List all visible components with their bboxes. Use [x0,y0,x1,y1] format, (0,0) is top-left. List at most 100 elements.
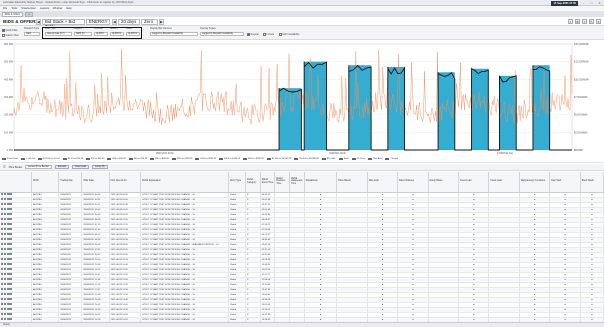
row-action-icon[interactable] [9,242,12,246]
row-action-icon[interactable] [9,232,12,236]
menu-item-layouts[interactable]: Layouts [40,7,49,10]
column-header[interactable]: DUID [31,172,60,193]
market-select[interactable]: ENERGY ▼ [86,19,110,29]
legend-item[interactable]: $40 to $59.99 [107,157,126,161]
legend-item[interactable]: Ok Price [351,157,365,161]
row-action-icon[interactable] [9,217,12,221]
column-header[interactable] [0,172,32,193]
clear-avail-button[interactable]: Clear Avail [72,165,90,169]
menu-item-file[interactable]: File [3,7,7,10]
close-icon[interactable]: ✕ [597,1,602,5]
legend-item[interactable]: $1,000 to $4,999.99 [266,157,291,161]
legend-item[interactable]: $10,000+ [321,157,336,161]
column-header[interactable]: Daily Energy Constraint [519,172,551,193]
row-action-icon[interactable] [9,307,12,311]
column-header[interactable]: Rebid Awareness Time [289,172,305,193]
maximize-icon[interactable]: □ [589,1,594,5]
row-action-icon[interactable] [9,227,12,231]
row-action-icon[interactable] [9,282,12,286]
legend-item[interactable]: < -$1,000 [20,157,35,161]
column-header[interactable]: Offer Date [81,172,110,193]
column-header[interactable]: Fast Start [549,172,581,193]
tab-add[interactable]: + [25,11,33,17]
minimize-icon[interactable]: – [581,1,586,5]
menu-item-tools[interactable]: Tools [11,7,17,10]
regular-checkbox[interactable] [247,33,250,36]
row-action-icon[interactable] [9,287,12,291]
legend-item[interactable]: $-99.99 to $-0.01 [38,157,60,161]
legend-item[interactable]: $20 to $39.99 [86,157,104,161]
row-action-icon[interactable] [9,267,12,271]
legend-item[interactable]: $80 to $99.99 [150,157,169,161]
grid-filter-icon[interactable]: ☰ [3,165,6,169]
row-action-icon[interactable] [9,292,12,296]
menu-item-smartscreen[interactable]: Smartscreen [21,7,36,10]
group-by-button[interactable]: Group By [92,165,108,169]
row-action-icon[interactable] [9,212,12,216]
tab-bids-offers[interactable]: Bids & Offers [2,11,24,17]
legend-item[interactable]: $300 to $499.99 [219,157,240,161]
row-action-icon[interactable] [9,202,12,206]
row-action-icon[interactable] [9,207,12,211]
zoom-select[interactable]: Zero ▼ [141,19,158,29]
column-header[interactable]: Trading Day [58,172,83,193]
next-period-button[interactable]: ▶ [159,19,164,25]
column-header[interactable]: First Interval for [109,172,142,193]
column-header[interactable]: Rebid Decision Time [274,172,291,193]
row-action-icon[interactable] [9,317,12,321]
station-filter-checkbox[interactable] [2,34,5,37]
view-select[interactable]: Bid Stack + Bid Table ▼ [42,19,85,29]
include-checkbox[interactable] [263,33,266,36]
menu-item-help[interactable]: Help [66,7,71,10]
column-header[interactable]: Rebid Category [245,172,261,193]
legend-item[interactable]: $100 to $199.99 [171,157,192,161]
row-action-icon[interactable] [9,257,12,261]
include-option[interactable]: Include [263,33,274,36]
row-action-icon[interactable] [9,297,12,301]
legend-item[interactable]: Max Avail [368,157,382,161]
row-action-icon[interactable] [9,312,12,316]
legend-item[interactable]: Cleared [385,157,398,161]
row-action-icon[interactable] [9,277,12,281]
column-header[interactable]: Ramp Rates [428,172,460,193]
prev-view-button[interactable]: ◀ [36,19,41,25]
quick-filter-checkbox[interactable] [2,29,5,32]
row-action-icon[interactable] [9,247,12,251]
row-action-icon[interactable] [9,192,12,196]
legend-item[interactable]: $5,000 to $9,999.99 [294,157,319,161]
column-header[interactable]: Band Volumes [397,172,429,193]
period-select[interactable]: 20 days ▼ [118,19,140,29]
row-action-icon[interactable] [9,237,12,241]
legend-item[interactable]: $200 to $299.99 [195,157,216,161]
regular-option[interactable]: Regular [247,33,259,36]
price-bucket-select[interactable]: Default Price Bucket [25,165,52,169]
row-action-icon[interactable] [9,222,12,226]
row-action-icon[interactable] [9,302,12,306]
column-header[interactable]: Rebid Event Time [260,172,276,193]
max-availability-option[interactable]: MAX Availability [279,33,299,36]
row-action-icon[interactable] [9,197,12,201]
column-header[interactable]: Fixed Load [488,172,520,193]
column-header[interactable]: Max Avail [367,172,399,193]
settings-icon[interactable]: ⚙ [575,19,580,24]
column-header[interactable]: Entry Type [228,172,247,193]
overlay-series-select[interactable]: Lagged to Dispatch Availability [200,32,244,36]
row-action-icon[interactable] [9,262,12,266]
menu-item-window[interactable]: Window [53,7,62,10]
display-bid-volumes-select[interactable]: Lagged to Dispatch Availability [150,32,198,36]
legend-item[interactable]: $0.00 to $19.99 [62,157,83,161]
column-header[interactable]: Band Detail [580,172,604,193]
legend-item[interactable]: $60 to $79.99 [128,157,147,161]
help-icon[interactable]: ? [582,19,587,24]
prev-period-button[interactable]: ◀ [112,19,117,25]
column-header[interactable]: Fixed Load [458,172,490,193]
row-action-icon[interactable] [9,252,12,256]
legend-item[interactable]: Fixed Load [2,157,18,161]
column-header[interactable]: Rebid Explanation [140,172,230,193]
export-icon[interactable]: ⇩ [568,19,573,24]
exclude-button[interactable]: Exclude [54,165,70,169]
legend-item[interactable]: $500 to $999.99 [243,157,264,161]
column-header[interactable]: Dispatched [304,172,338,193]
legend-item[interactable]: Avail [339,157,349,161]
close-widget-icon[interactable]: ✕ [596,19,601,24]
